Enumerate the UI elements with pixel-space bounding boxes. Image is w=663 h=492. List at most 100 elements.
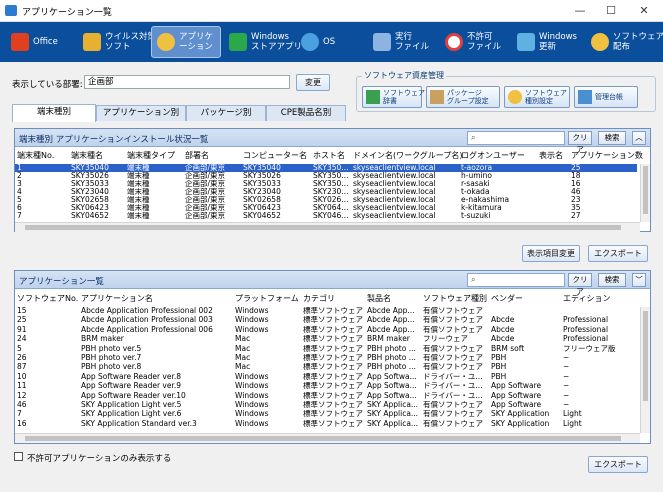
package-group-button[interactable]: パッケージ グループ設定	[426, 86, 500, 108]
ribbon-store-apps[interactable]: Windows ストアアプリ	[224, 26, 302, 58]
table-row[interactable]: 4 SKY23040 端末種 企画部/東京 SKY23040 SKY230... skyse…	[15, 188, 637, 196]
tab-terminal-type[interactable]: 端末種別	[12, 104, 96, 122]
list-cell: フリーウェア版	[563, 344, 616, 353]
ribbon-windows-update[interactable]: Windows 更新	[512, 26, 578, 58]
col-category[interactable]: カテゴリ	[303, 293, 335, 305]
terminal-vscroll-thumb[interactable]	[643, 166, 648, 214]
table-row[interactable]: 5 SKY02658 端末種 企画部/東京 SKY02658 SKY026... skyse…	[15, 196, 637, 204]
col-host[interactable]: ホスト名	[313, 150, 345, 162]
terminal-search-button[interactable]: 検索	[598, 131, 626, 145]
terminal-search-input[interactable]: ⌕	[467, 131, 565, 145]
col-app-count[interactable]: アプリケーション数	[571, 150, 643, 162]
terminal-panel-header: 端末種別 アプリケーションインストール状況一覧 ⌕ クリア 検索 ︿	[15, 129, 650, 154]
windows-update-icon	[517, 33, 535, 51]
list-cell: PBH photo ver.7	[81, 354, 142, 362]
table-cell: 企画部/東京	[185, 212, 226, 220]
minimize-button[interactable]: —	[566, 3, 594, 19]
table-cell: 46	[571, 188, 581, 196]
col-platform[interactable]: プラットフォーム	[235, 293, 299, 305]
list-cell: PBH photo ver.5	[81, 344, 142, 353]
ribbon-forbidden[interactable]: 不許可 ファイル	[440, 26, 502, 58]
dictionary-button[interactable]: ソフトウェア 辞書	[362, 86, 425, 108]
col-terminal-name[interactable]: 端末種名	[71, 150, 103, 162]
table-row[interactable]: 6 SKY06423 端末種 企画部/東京 SKY06423 SKY064... skyse…	[15, 204, 637, 212]
col-display-name[interactable]: 表示名	[539, 150, 563, 162]
table-row[interactable]: 2 SKY35026 端末種 企画部/東京 SKY35026 SKY350... skyse…	[15, 172, 637, 180]
software-type-button[interactable]: ソフトウェア 種別設定	[504, 86, 570, 108]
ledger-button[interactable]: 管理台帳	[574, 86, 638, 108]
ribbon-distribution[interactable]: ソフトウェア 配布	[586, 26, 663, 58]
col-app-name[interactable]: アプリケーション名	[81, 293, 153, 305]
table-cell: 35	[571, 204, 581, 212]
ribbon-antivirus[interactable]: ウイルス対策 ソフト	[78, 26, 156, 58]
ribbon-os[interactable]: OS	[296, 26, 346, 58]
list-item[interactable]: 91 Abcde Application Professional 006 Wind…	[15, 326, 637, 334]
col-dept[interactable]: 部署名	[185, 150, 209, 162]
col-logon-user[interactable]: ログオンユーザー	[461, 150, 525, 162]
application-export-button[interactable]: エクスポート	[588, 456, 648, 473]
list-cell: 有償ソフトウェア	[423, 354, 483, 362]
table-cell: SKY350...	[313, 180, 349, 188]
application-hscroll[interactable]	[15, 433, 640, 443]
forbidden-filter-checkbox[interactable]	[14, 452, 23, 461]
col-domain[interactable]: ドメイン名(ワークグループ名)	[353, 150, 462, 162]
ribbon-office[interactable]: Office	[6, 26, 68, 58]
col-product[interactable]: 製品名	[367, 293, 391, 305]
list-cell: App Softwa...	[367, 382, 417, 391]
terminal-hscroll-thumb[interactable]	[25, 225, 621, 230]
list-cell: Windows	[235, 419, 269, 428]
list-item[interactable]: 10 App Software Reader ver.8 Windows 標準ソフトウ…	[15, 373, 637, 381]
application-panel-header: アプリケーション一覧 ⌕ クリア 検索 ﹀	[15, 271, 650, 296]
col-edition[interactable]: エディション	[563, 293, 610, 305]
list-cell: Abcde App...	[367, 325, 415, 334]
table-row[interactable]: 3 SKY35033 端末種 企画部/東京 SKY35033 SKY350... skyse…	[15, 180, 637, 188]
list-item[interactable]: 15 Abcde Application Professional 002 Wind…	[15, 307, 637, 315]
dept-change-button[interactable]: 変更	[296, 74, 330, 91]
dept-field[interactable]: 企画部	[84, 75, 290, 89]
close-button[interactable]: ✕	[630, 3, 658, 19]
col-vendor[interactable]: ベンダー	[491, 293, 523, 305]
application-vscroll[interactable]	[640, 307, 650, 433]
ribbon-executable[interactable]: 実行 ファイル	[368, 26, 430, 58]
terminal-clear-button[interactable]: クリア	[568, 131, 592, 154]
display-change-button[interactable]: 表示項目変更	[522, 245, 580, 262]
list-item[interactable]: 87 PBH photo ver.8 Mac 標準ソフトウェア PBH photo ..…	[15, 363, 637, 371]
collapse-down-icon[interactable]: ﹀	[632, 273, 646, 287]
col-software-no[interactable]: ソフトウェアNo.	[17, 293, 78, 305]
list-item[interactable]: 5 PBH photo ver.5 Mac 標準ソフトウェア PBH photo ...…	[15, 345, 637, 353]
list-cell: −	[563, 363, 570, 372]
col-terminal-no[interactable]: 端末種No.	[17, 150, 54, 162]
list-item[interactable]: 11 App Software Reader ver.9 Windows 標準ソフトウ…	[15, 382, 637, 390]
list-cell: Abcde Application Professional 002	[81, 307, 213, 315]
application-search-button[interactable]: 検索	[598, 273, 626, 287]
list-item[interactable]: 16 SKY Application Standard ver.3 Windows 標…	[15, 420, 637, 428]
list-cell: Windows	[235, 307, 269, 315]
col-terminal-type[interactable]: 端末種タイプ	[127, 150, 175, 162]
collapse-up-icon[interactable]: ︿	[632, 131, 646, 145]
table-row[interactable]: 7 SKY04652 端末種 企画部/東京 SKY04652 SKY046... skyse…	[15, 212, 637, 220]
maximize-button[interactable]: ☐	[597, 3, 625, 19]
application-hscroll-thumb[interactable]	[25, 436, 621, 441]
col-software-type[interactable]: ソフトウェア種別	[423, 293, 487, 305]
terminal-hscroll[interactable]	[15, 222, 640, 232]
application-vscroll-thumb[interactable]	[643, 311, 648, 401]
list-item[interactable]: 12 App Software Reader ver.10 Windows 標準ソフト…	[15, 392, 637, 400]
list-item[interactable]: 26 PBH photo ver.7 Mac 標準ソフトウェア PBH photo ..…	[15, 354, 637, 362]
application-search-input[interactable]: ⌕	[467, 273, 565, 287]
application-clear-button[interactable]: クリア	[568, 273, 592, 296]
list-item[interactable]: 25 Abcde Application Professional 003 Wind…	[15, 316, 637, 324]
ribbon-application[interactable]: アプリケーション	[151, 26, 221, 58]
col-computer[interactable]: コンピューター名	[243, 150, 307, 162]
list-item[interactable]: 46 SKY Application Light ver.5 Windows 標準ソフ…	[15, 401, 637, 409]
table-row[interactable]: 1 SKY35040 端末種 企画部/東京 SKY35040 SKY350... skyse…	[15, 164, 637, 172]
tab-by-package[interactable]: パッケージ別	[186, 105, 266, 121]
list-item[interactable]: 24 BRM maker Mac 標準ソフトウェア BRM maker フリーウェア Abc…	[15, 335, 637, 343]
list-item[interactable]: 7 SKY Application Light ver.6 Windows 標準ソフト…	[15, 410, 637, 418]
tab-by-cpe[interactable]: CPE製品名別	[266, 105, 346, 121]
terminal-export-button[interactable]: エクスポート	[588, 245, 648, 262]
list-cell: 標準ソフトウェア	[303, 363, 363, 372]
terminal-vscroll[interactable]	[640, 164, 650, 222]
list-cell: 87	[17, 363, 27, 372]
executable-icon	[373, 33, 391, 51]
tab-by-application[interactable]: アプリケーション別	[96, 105, 186, 121]
